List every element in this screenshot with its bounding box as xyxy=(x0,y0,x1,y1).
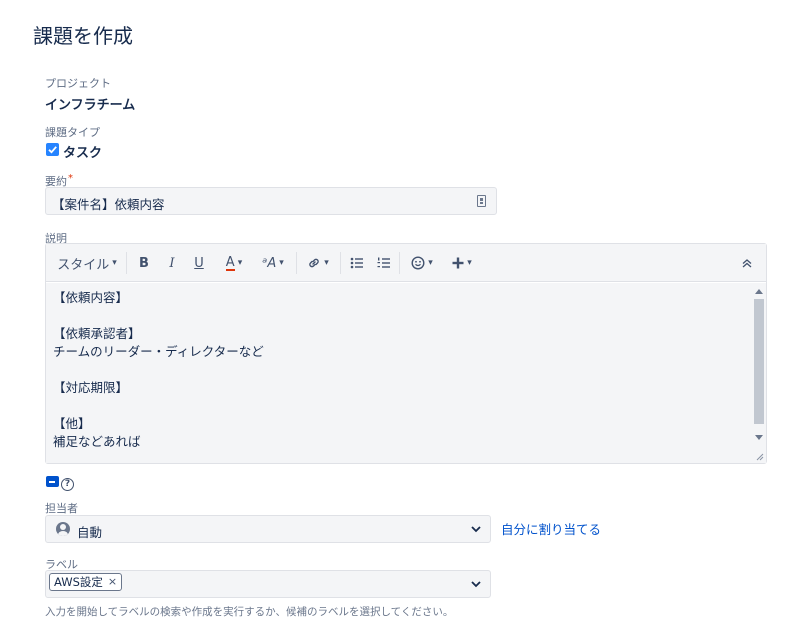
editor-toolbar: スタイル ▾ B I U A ▾ ᵃA ▾ ▾ ▾ ▾ xyxy=(46,244,766,282)
numbered-list-icon[interactable] xyxy=(373,244,393,282)
scrollbar-thumb[interactable] xyxy=(754,299,764,424)
chevron-down-icon: ▾ xyxy=(237,258,243,268)
issue-type-label: 課題タイプ xyxy=(45,126,100,139)
toolbar-divider xyxy=(296,252,297,274)
field-info-icon[interactable] xyxy=(477,195,486,207)
emoji-icon xyxy=(411,256,425,270)
scroll-up-icon[interactable] xyxy=(755,289,763,294)
project-label: プロジェクト xyxy=(45,77,111,90)
markdown-icon[interactable] xyxy=(46,476,59,487)
editor-scrollbar[interactable] xyxy=(752,283,766,463)
chevron-down-icon: ▾ xyxy=(279,258,284,268)
collapse-icon[interactable] xyxy=(736,244,758,282)
scroll-down-icon[interactable] xyxy=(755,435,763,440)
issue-type-value: タスク xyxy=(63,146,103,161)
labels-input[interactable]: AWS設定 × xyxy=(45,570,491,598)
project-value: インフラチーム xyxy=(45,98,136,113)
chevron-down-icon: ▾ xyxy=(428,258,433,268)
description-line: 【対応期限】 xyxy=(53,380,129,395)
summary-value: 【案件名】依頼内容 xyxy=(52,197,165,212)
description-editor[interactable]: スタイル ▾ B I U A ▾ ᵃA ▾ ▾ ▾ ▾ 【依頼内容】 【依頼承認… xyxy=(45,243,767,464)
label-tag: AWS設定 × xyxy=(49,573,123,591)
description-line xyxy=(53,397,745,415)
emoji-button[interactable]: ▾ xyxy=(406,244,438,282)
assignee-label: 担当者 xyxy=(45,502,78,515)
page-title: 課題を作成 xyxy=(33,24,133,48)
text-color-button[interactable]: A ▾ xyxy=(216,244,252,282)
bold-icon[interactable]: B xyxy=(134,244,154,282)
link-icon xyxy=(309,258,319,268)
style-dropdown[interactable]: スタイル ▾ xyxy=(54,244,120,282)
chevron-down-icon: ▾ xyxy=(112,258,117,268)
label-tag-text: AWS設定 xyxy=(54,575,103,589)
help-icon[interactable]: ? xyxy=(61,478,74,491)
text-color-icon: A xyxy=(225,254,235,271)
description-line xyxy=(53,307,745,325)
link-button[interactable]: ▾ xyxy=(302,244,334,282)
checkbox-icon xyxy=(46,143,59,156)
underline-icon[interactable]: U xyxy=(189,244,209,282)
description-line: 補足などあれば xyxy=(53,434,141,449)
style-label: スタイル xyxy=(57,257,110,273)
chevron-down-icon[interactable] xyxy=(470,579,482,589)
italic-icon[interactable]: I xyxy=(162,244,182,282)
avatar-icon xyxy=(56,522,70,536)
bullet-list-icon[interactable] xyxy=(346,244,366,282)
chevron-down-icon: ▾ xyxy=(467,258,472,268)
insert-button[interactable]: ▾ xyxy=(446,244,478,282)
chevron-down-icon xyxy=(471,526,481,533)
editor-footer: ? xyxy=(46,469,74,491)
description-line: チームのリーダー・ディレクターなど xyxy=(53,344,264,359)
assignee-value: 自動 xyxy=(77,525,103,540)
required-mark: * xyxy=(68,173,73,184)
remove-label-icon[interactable]: × xyxy=(108,574,117,590)
more-formatting-icon: ᵃA xyxy=(262,255,277,271)
resize-handle-icon[interactable] xyxy=(756,453,764,461)
description-textarea[interactable]: 【依頼内容】 【依頼承認者】 チームのリーダー・ディレクターなど 【対応期限】 … xyxy=(46,283,752,463)
labels-help-text: 入力を開始してラベルの検索や作成を実行するか、候補のラベルを選択してください。 xyxy=(45,606,454,618)
plus-icon xyxy=(452,257,464,269)
description-line: 【依頼内容】 xyxy=(53,290,129,305)
toolbar-divider xyxy=(399,252,400,274)
summary-input[interactable]: 【案件名】依頼内容 xyxy=(45,187,497,215)
description-line: 【他】 xyxy=(53,416,91,431)
chevron-down-icon: ▾ xyxy=(324,258,329,268)
toolbar-divider xyxy=(126,252,127,274)
toolbar-divider xyxy=(340,252,341,274)
more-formatting-button[interactable]: ᵃA ▾ xyxy=(256,244,290,282)
description-line xyxy=(53,361,745,379)
assignee-select[interactable]: 自動 xyxy=(45,515,491,543)
description-line: 【依頼承認者】 xyxy=(53,326,141,341)
assign-to-me-link[interactable]: 自分に割り当てる xyxy=(501,519,601,538)
